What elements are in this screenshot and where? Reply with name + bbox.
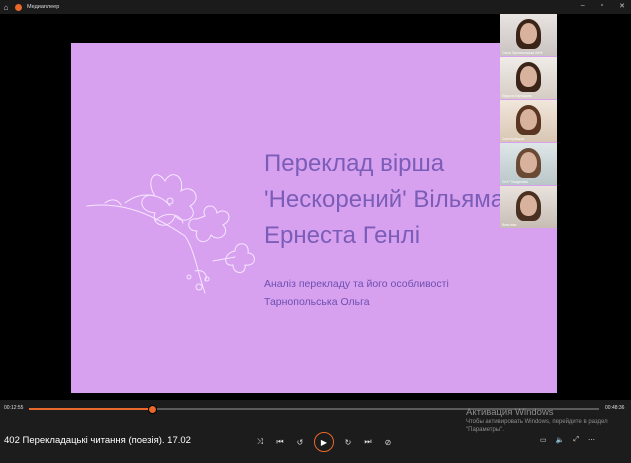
subtitles-icon[interactable]: ▭ <box>540 436 547 444</box>
rewind-10-icon[interactable]: ↺ <box>290 433 310 451</box>
minimize-button[interactable]: – <box>581 2 585 10</box>
maximize-button[interactable]: ▫ <box>601 2 603 10</box>
extra-controls: ▭ 🔈 ⤢ ⋯ <box>540 436 595 444</box>
windows-activation-watermark: Активация Windows Чтобы активировать Win… <box>466 407 616 434</box>
participant-tile[interactable]: Ваня Іван <box>500 186 557 228</box>
play-button[interactable]: ▶ <box>314 432 334 452</box>
video-area[interactable]: Переклад вірша 'Нескорений' Вільяма Ерне… <box>0 14 631 404</box>
participant-tile[interactable]: Ольга Тарнопольська 40HK <box>500 14 557 56</box>
seek-handle[interactable] <box>148 405 158 414</box>
participant-tile[interactable]: Ефросія Карташова <box>500 57 557 99</box>
participant-name: Ол?? Гнєздилова <box>502 180 528 184</box>
next-icon[interactable]: ⏭ <box>358 433 378 451</box>
repeat-off-icon[interactable]: ⊘ <box>378 433 398 451</box>
shuffle-icon[interactable]: ⤨ <box>250 433 270 451</box>
fullscreen-icon[interactable]: ⤢ <box>573 436 579 444</box>
title-bar: ⌂ Медиаплеер – ▫ ✕ <box>0 0 631 14</box>
watermark-text: Чтобы активировать Windows, перейдите в … <box>466 419 608 433</box>
window-controls: – ▫ ✕ <box>581 2 625 10</box>
slide-subtitle-line: Аналіз перекладу та його особливості <box>264 278 449 290</box>
playback-buttons: ⤨ ⏮ ↺ ▶ ↻ ⏭ ⊘ <box>250 432 398 452</box>
media-player-app-icon <box>15 3 22 11</box>
participants-strip: Ольга Тарнопольська 40HK Ефросія Карташо… <box>500 14 557 229</box>
flower-illustration <box>86 174 255 294</box>
participant-name: Ваня Іван <box>502 223 517 227</box>
close-button[interactable]: ✕ <box>619 2 625 10</box>
app-name: Медиаплеер <box>27 4 60 10</box>
more-options-icon[interactable]: ⋯ <box>588 436 595 444</box>
participant-tile[interactable]: Ол?? Гнєздилова <box>500 143 557 185</box>
slide-subtitle-line: Тарнопольська Ольга <box>264 296 370 308</box>
current-time: 00:12:55 <box>4 405 24 411</box>
participant-name: Соня Кубацька <box>502 137 525 141</box>
participant-tile[interactable]: Соня Кубацька <box>500 100 557 142</box>
home-icon[interactable]: ⌂ <box>0 3 12 12</box>
presentation-slide: Переклад вірша 'Нескорений' Вільяма Ерне… <box>71 43 557 393</box>
participant-name: Ефросія Карташова <box>502 94 532 98</box>
volume-icon[interactable]: 🔈 <box>556 436 565 444</box>
watermark-title: Активация Windows <box>466 407 554 418</box>
seek-bar-progress <box>29 408 153 410</box>
previous-icon[interactable]: ⏮ <box>270 433 290 451</box>
participant-name: Ольга Тарнопольська 40HK <box>502 51 543 55</box>
media-title: 402 Перекладацькі читання (поезія). 17.0… <box>4 435 191 446</box>
slide-subtitle: Аналіз перекладу та його особливості Тар… <box>264 275 554 311</box>
forward-30-icon[interactable]: ↻ <box>338 433 358 451</box>
